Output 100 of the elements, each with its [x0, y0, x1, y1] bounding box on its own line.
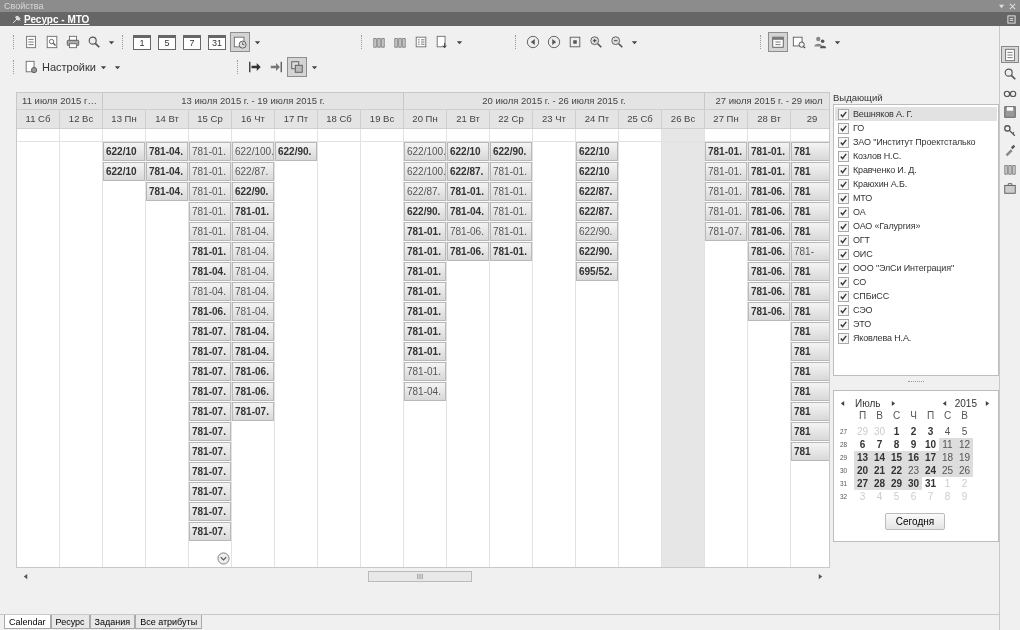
appointment[interactable]: 781 [791, 142, 829, 161]
appointment[interactable]: 781 [791, 182, 829, 201]
appointment[interactable]: 781-01. [189, 142, 231, 161]
settings-document-button[interactable]: Настройки [21, 57, 110, 77]
filter-item[interactable]: ОГТ [835, 233, 997, 247]
appointment[interactable]: 781 [791, 362, 829, 381]
calendar-button[interactable] [768, 32, 788, 52]
document-title[interactable]: Ресурс - МТО [24, 13, 90, 25]
appointment[interactable]: 781-01. [404, 322, 446, 341]
appointment[interactable]: 781-01. [748, 142, 790, 161]
calendar-day[interactable]: 4 [939, 425, 956, 438]
appointment[interactable]: 781 [791, 202, 829, 221]
checkbox[interactable] [838, 276, 849, 288]
appointment[interactable]: 781-07. [189, 482, 231, 501]
appointment[interactable]: 622/10 [576, 162, 618, 181]
appointment[interactable]: 781-04. [146, 142, 188, 161]
filter-item[interactable]: СПБиСС [835, 289, 997, 303]
appointment[interactable]: 781-06. [232, 362, 274, 381]
checkbox[interactable] [838, 164, 849, 176]
checkbox[interactable] [838, 192, 849, 204]
calendar-day[interactable]: 25 [939, 464, 956, 477]
appointment[interactable]: 695/52. [576, 262, 618, 281]
appointment[interactable]: 781-01. [705, 182, 747, 201]
appointment[interactable]: 622/90. [275, 142, 317, 161]
scrollbar-thumb[interactable] [368, 571, 472, 582]
calendar-day[interactable]: 8 [888, 438, 905, 451]
appointment[interactable]: 781 [791, 342, 829, 361]
appointment[interactable]: 622/10 [576, 142, 618, 161]
tab[interactable]: Все атрибуты [135, 615, 203, 629]
appointment[interactable]: 781-04. [232, 222, 274, 241]
filter-item[interactable]: МТО [835, 191, 997, 205]
calendar-day[interactable]: 13 [854, 451, 871, 464]
checkbox[interactable] [838, 178, 849, 190]
appointment[interactable]: 781-06. [748, 242, 790, 261]
filter-item[interactable]: ОА [835, 205, 997, 219]
calendar-day[interactable]: 7 [871, 438, 888, 451]
appointment[interactable]: 622/90. [232, 182, 274, 201]
appointment[interactable]: 622/10 [103, 162, 145, 181]
calendar-day[interactable]: 12 [956, 438, 973, 451]
appointment[interactable]: 781-07. [189, 402, 231, 421]
appointment[interactable]: 781-06. [447, 242, 489, 261]
checkbox[interactable] [838, 248, 849, 260]
appointment[interactable]: 781-04. [146, 182, 188, 201]
checkbox[interactable] [838, 262, 849, 274]
appointment[interactable]: 781-06. [748, 262, 790, 281]
tab[interactable]: Ресурс [50, 615, 90, 629]
appointment[interactable]: 622/90. [576, 242, 618, 261]
appointment[interactable]: 781-04. [189, 282, 231, 301]
copy-button[interactable] [286, 57, 307, 77]
calendar-day[interactable]: 11 [939, 438, 956, 451]
appointment[interactable]: 781-07. [189, 342, 231, 361]
appointment[interactable]: 781-06. [447, 222, 489, 241]
appointment[interactable]: 781-01. [404, 222, 446, 241]
appointment[interactable]: 781-06. [748, 222, 790, 241]
filter-item[interactable]: СЭО [835, 303, 997, 317]
appointment[interactable]: 781-04. [146, 162, 188, 181]
previous-month-icon[interactable] [840, 399, 845, 407]
appointment[interactable]: 781-01. [232, 202, 274, 221]
checkbox[interactable] [838, 136, 849, 148]
calendar-day[interactable]: 5 [956, 425, 973, 438]
appointment[interactable]: 781-06. [748, 302, 790, 321]
appointment[interactable]: 781-07. [189, 462, 231, 481]
appointment[interactable]: 781- [791, 242, 829, 261]
calendar-day[interactable]: 2 [905, 425, 922, 438]
checkbox[interactable] [838, 290, 849, 302]
calendar-day[interactable]: 30 [905, 477, 922, 490]
checkbox[interactable] [838, 150, 849, 162]
day-count-button[interactable]: 5 [158, 34, 176, 50]
appointment[interactable]: 781-04. [404, 382, 446, 401]
calendar-day[interactable]: 15 [888, 451, 905, 464]
filter-item[interactable]: ГО [835, 121, 997, 135]
appointment[interactable]: 781-01. [490, 242, 532, 261]
checkbox[interactable] [838, 318, 849, 330]
appointment[interactable]: 622/87. [232, 162, 274, 181]
appointment[interactable]: 781-07. [189, 362, 231, 381]
calendar-day[interactable]: 23 [905, 464, 922, 477]
appointment[interactable]: 781-07. [189, 442, 231, 461]
calendar-day[interactable]: 3 [922, 425, 939, 438]
checkbox[interactable] [838, 220, 849, 232]
calendar-day[interactable]: 26 [956, 464, 973, 477]
day-count-button[interactable]: 31 [208, 34, 226, 50]
appointment[interactable]: 781-01. [490, 182, 532, 201]
appointment[interactable]: 781-04. [232, 302, 274, 321]
calendar-day[interactable]: 27 [854, 477, 871, 490]
appointment[interactable]: 781-01. [404, 342, 446, 361]
today-button[interactable]: Сегодня [884, 513, 946, 530]
appointment[interactable]: 781 [791, 322, 829, 341]
filter-item[interactable]: ОИС [835, 247, 997, 261]
calendar-day[interactable]: 28 [871, 477, 888, 490]
appointment[interactable]: 622/87. [447, 162, 489, 181]
calendar-day[interactable]: 1 [888, 425, 905, 438]
checkbox[interactable] [838, 332, 849, 344]
calendar-day[interactable]: 29 [888, 477, 905, 490]
tab[interactable]: Задания [89, 615, 136, 629]
appointment[interactable]: 781-01. [189, 242, 231, 261]
list-button[interactable] [1001, 46, 1019, 63]
appointment[interactable]: 781-04. [232, 262, 274, 281]
clock-calendar-button[interactable] [230, 32, 250, 52]
appointment[interactable]: 622/87. [404, 182, 446, 201]
checkbox[interactable] [838, 206, 849, 218]
